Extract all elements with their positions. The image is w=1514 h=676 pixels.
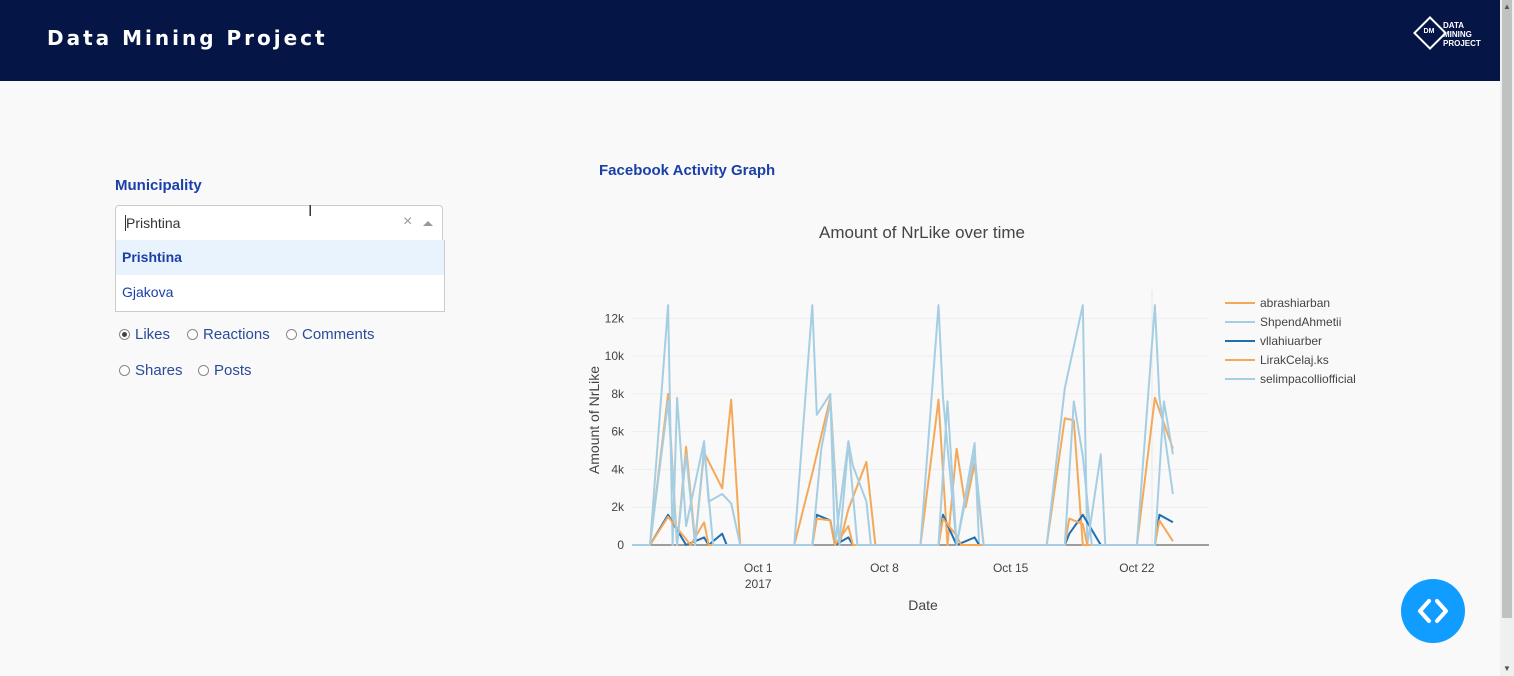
radio-button-checked[interactable]	[119, 329, 130, 340]
clear-icon[interactable]: ×	[403, 213, 412, 231]
project-logo[interactable]: DM DATA MINING PROJECT	[1413, 16, 1486, 52]
scroll-down-icon[interactable]: ▼	[1500, 664, 1514, 673]
plot-area[interactable]	[632, 290, 1209, 546]
logo-line: DATA	[1443, 21, 1465, 30]
chart-title: Amount of NrLike over time	[819, 223, 1025, 242]
y-tick-label: 8k	[611, 387, 625, 401]
radio-label: Reactions	[203, 326, 270, 343]
y-tick-label: 10k	[605, 349, 625, 363]
radio-comments[interactable]: Comments	[286, 326, 375, 343]
legend-label: abrashiarban	[1260, 296, 1330, 310]
text-cursor-icon: I	[308, 203, 313, 220]
logo-mark: DM	[1423, 28, 1435, 35]
code-toggle-button[interactable]	[1401, 579, 1465, 643]
radio-button[interactable]	[198, 365, 209, 376]
logo-text: DATA MINING PROJECT	[1443, 21, 1481, 48]
radio-reactions[interactable]: Reactions	[187, 326, 270, 343]
x-axis-label: Date	[908, 597, 938, 613]
x-tick-label: Oct 22	[1119, 561, 1155, 575]
municipality-label: Municipality	[115, 177, 202, 194]
series-line-4	[632, 400, 1174, 546]
radio-button[interactable]	[187, 329, 198, 340]
dropdown-option-gjakova[interactable]: Gjakova	[116, 275, 444, 310]
radio-label: Comments	[302, 326, 375, 343]
municipality-search-input[interactable]	[125, 215, 386, 231]
radio-label: Likes	[135, 326, 171, 343]
x-tick-label: Oct 15	[993, 561, 1029, 575]
radio-likes[interactable]: Likes	[119, 326, 170, 343]
municipality-dropdown: Prishtina Gjakova	[115, 240, 445, 312]
y-tick-label: 12k	[605, 311, 625, 325]
y-tick-label: 0	[617, 538, 624, 552]
code-brackets-icon	[1418, 599, 1448, 623]
y-tick-label: 2k	[611, 500, 625, 514]
activity-chart[interactable]: Amount of NrLike over time 0 2k 4k 6k 8k 10k 1…	[580, 210, 1400, 630]
top-bar: Data Mining Project DM DATA MINING PROJE…	[0, 0, 1500, 81]
y-tick-label: 4k	[611, 462, 625, 476]
legend-label: vllahiuarber	[1260, 334, 1322, 348]
legend-label: LirakCelaj.ks	[1260, 353, 1329, 367]
x-axis-ticks: Oct 1 2017 Oct 8 Oct 15 Oct 22	[744, 561, 1155, 591]
logo-line: PROJECT	[1443, 39, 1481, 48]
x-tick-label: Oct 1	[744, 561, 773, 575]
legend-label: selimpacolliofficial	[1260, 372, 1356, 386]
series-line-1	[632, 304, 1174, 546]
series-lines	[632, 304, 1174, 546]
page-scrollbar[interactable]: ▲ ▼	[1500, 0, 1514, 676]
x-tick-label: Oct 8	[870, 561, 899, 575]
app-title: Data Mining Project	[47, 26, 328, 50]
radio-shares[interactable]: Shares	[119, 362, 183, 379]
radio-label: Posts	[214, 362, 252, 379]
y-axis-ticks: 0 2k 4k 6k 8k 10k 12k	[605, 311, 625, 552]
radio-button[interactable]	[119, 365, 130, 376]
municipality-select[interactable]: ×	[115, 205, 443, 241]
x-tick-sublabel: 2017	[745, 577, 772, 591]
graph-section-title: Facebook Activity Graph	[599, 162, 776, 179]
y-axis-label: Amount of NrLike	[586, 366, 602, 474]
radio-label: Shares	[135, 362, 183, 379]
dropdown-option-prishtina[interactable]: Prishtina	[116, 240, 444, 275]
radio-posts[interactable]: Posts	[198, 362, 252, 379]
chart-legend: abrashiarban ShpendAhmetii vllahiuarber Lir…	[1225, 296, 1356, 386]
legend-label: ShpendAhmetii	[1260, 315, 1341, 329]
y-tick-label: 6k	[611, 425, 625, 439]
caret-up-icon[interactable]	[423, 221, 433, 226]
scrollbar-thumb[interactable]	[1502, 0, 1512, 618]
gridlines	[632, 317, 1209, 546]
radio-button[interactable]	[286, 329, 297, 340]
logo-line: MINING	[1443, 30, 1472, 39]
scroll-up-icon[interactable]: ▲	[1500, 2, 1514, 11]
